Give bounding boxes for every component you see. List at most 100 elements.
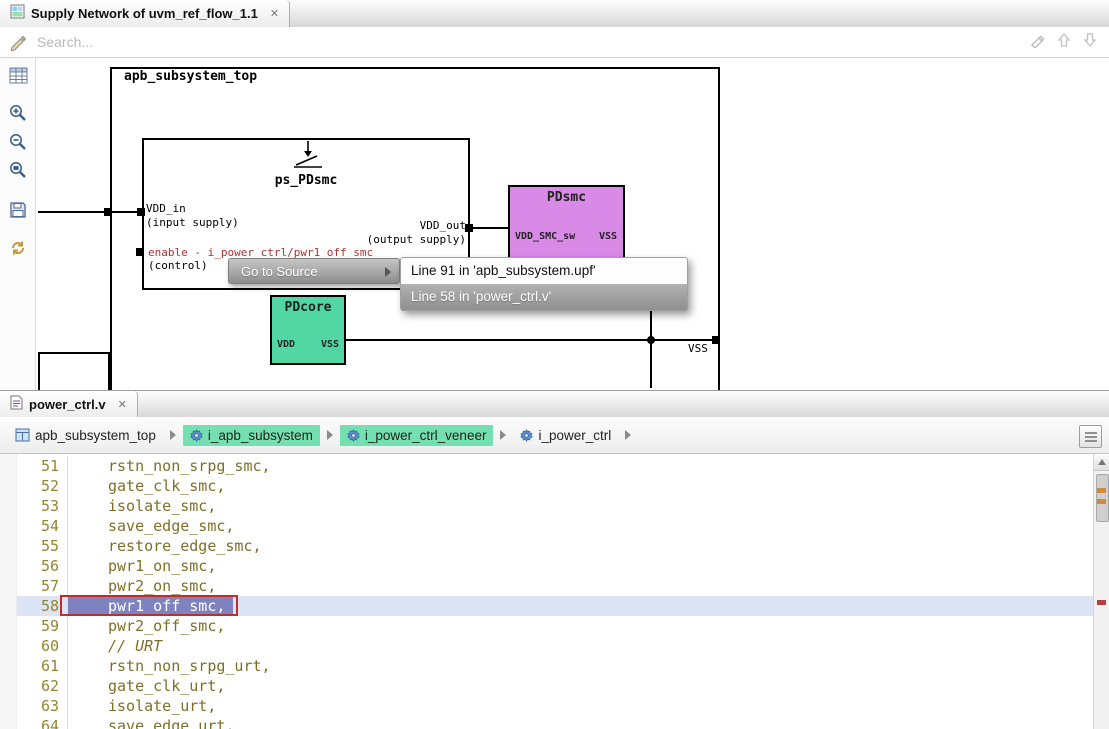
line-number: 51 — [17, 456, 67, 476]
scrollbar-thumb[interactable] — [1096, 474, 1109, 522]
line-number: 61 — [17, 656, 67, 676]
code-cell: gate_clk_smc, — [67, 476, 1109, 496]
annotation-mark — [1097, 600, 1106, 605]
verilog-file-icon — [10, 395, 23, 415]
domain-box-pdcore[interactable]: PDcore VDD VSS — [270, 295, 346, 365]
code-cell: // URT — [67, 636, 1109, 656]
code-line-61[interactable]: 61rstn_non_srpg_urt, — [17, 656, 1109, 676]
code-text: isolate_urt, — [68, 696, 216, 716]
context-menu-go-to-source[interactable]: Go to Source — [228, 258, 400, 284]
supply-network-tabbar: Supply Network of uvm_ref_flow_1.1 ✕ — [0, 0, 1109, 28]
marker-icon[interactable] — [1029, 32, 1045, 53]
breadcrumb-item-i_apb_subsystem[interactable]: i_apb_subsystem — [183, 425, 320, 446]
code-cell: save_edge_smc, — [67, 516, 1109, 536]
code-editor[interactable]: 51rstn_non_srpg_smc,52gate_clk_smc,53iso… — [0, 454, 1109, 729]
code-text: rstn_non_srpg_urt, — [68, 656, 271, 676]
code-cell: pwr1_on_smc, — [67, 556, 1109, 576]
zoom-out-icon[interactable] — [7, 131, 29, 153]
code-text: save_edge_urt, — [68, 716, 234, 729]
code-text: gate_clk_smc, — [68, 476, 225, 496]
breadcrumb-item-i_power_ctrl[interactable]: i_power_ctrl — [513, 425, 618, 446]
close-icon[interactable]: ✕ — [118, 398, 127, 411]
code-line-53[interactable]: 53isolate_smc, — [17, 496, 1109, 516]
sync-icon[interactable] — [7, 237, 29, 259]
breadcrumb-label: i_apb_subsystem — [208, 428, 313, 443]
code-text: pwr2_on_smc, — [68, 576, 216, 596]
code-line-58[interactable]: 58pwr1_off_smc, — [17, 596, 1109, 616]
save-icon[interactable] — [7, 199, 29, 221]
code-text: save_edge_smc, — [68, 516, 234, 536]
code-line-59[interactable]: 59pwr2_off_smc, — [17, 616, 1109, 636]
tab-power-ctrl-v[interactable]: power_ctrl.v ✕ — [0, 391, 138, 418]
line-number: 63 — [17, 696, 67, 716]
code-line-57[interactable]: 57pwr2_on_smc, — [17, 576, 1109, 596]
code-line-51[interactable]: 51rstn_non_srpg_smc, — [17, 456, 1109, 476]
line-number: 54 — [17, 516, 67, 536]
submenu-arrow-icon — [385, 267, 391, 277]
line-number: 53 — [17, 496, 67, 516]
port-desc-input-supply: (input supply) — [146, 216, 239, 229]
line-number: 64 — [17, 716, 67, 729]
annotation-mark — [1097, 499, 1106, 504]
code-cell: gate_clk_urt, — [67, 676, 1109, 696]
code-cell: restore_edge_smc, — [67, 536, 1109, 556]
clipped-module-box[interactable] — [38, 352, 110, 390]
instance-gear-icon — [520, 429, 533, 442]
editor-scrollbar[interactable] — [1093, 454, 1109, 729]
zoom-in-icon[interactable] — [7, 102, 29, 124]
port-label-vdd-out: VDD_out — [366, 219, 466, 232]
code-text: pwr1_off_smc, — [68, 596, 233, 616]
zoom-fit-icon[interactable] — [7, 159, 29, 181]
net-label-vss: VSS — [688, 342, 708, 355]
domain-box-pdsmc[interactable]: PDsmc VDD_SMC_sw VSS — [508, 185, 625, 260]
port-desc-output-supply: (output supply) — [334, 233, 466, 246]
grid-icon[interactable] — [7, 64, 29, 86]
code-cell: pwr1_off_smc, — [67, 596, 1109, 616]
breadcrumb-item-apb_subsystem_top[interactable]: apb_subsystem_top — [8, 425, 163, 446]
code-line-62[interactable]: 62gate_clk_urt, — [17, 676, 1109, 696]
arrow-down-icon[interactable] — [1083, 32, 1097, 53]
submenu-item[interactable]: Line 58 in 'power_ctrl.v' — [401, 284, 687, 310]
line-number: 60 — [17, 636, 67, 656]
code-lines: 51rstn_non_srpg_smc,52gate_clk_smc,53iso… — [0, 454, 1109, 729]
code-line-60[interactable]: 60// URT — [17, 636, 1109, 656]
code-line-56[interactable]: 56pwr1_on_smc, — [17, 556, 1109, 576]
code-cell: isolate_smc, — [67, 496, 1109, 516]
submenu-item[interactable]: Line 91 in 'apb_subsystem.upf' — [401, 258, 687, 284]
chevron-right-icon[interactable] — [327, 430, 333, 440]
code-line-55[interactable]: 55restore_edge_smc, — [17, 536, 1109, 556]
code-text: rstn_non_srpg_smc, — [68, 456, 271, 476]
supply-network-canvas[interactable]: apb_subsystem_top ps_PDsmc VDD_in (input… — [36, 58, 1109, 390]
arrow-up-icon[interactable] — [1057, 32, 1071, 53]
breadcrumb: apb_subsystem_top i_apb_subsystem i_power_… — [0, 417, 1109, 454]
editor-tabbar: power_ctrl.v ✕ — [0, 390, 1109, 419]
line-number: 59 — [17, 616, 67, 636]
scroll-up-icon[interactable] — [1094, 454, 1109, 471]
close-icon[interactable]: ✕ — [270, 7, 279, 20]
code-cell: pwr2_off_smc, — [67, 616, 1109, 636]
line-number: 57 — [17, 576, 67, 596]
chevron-right-icon[interactable] — [625, 430, 631, 440]
code-text: gate_clk_urt, — [68, 676, 225, 696]
chevron-right-icon[interactable] — [500, 430, 506, 440]
code-cell: rstn_non_srpg_smc, — [67, 456, 1109, 476]
code-line-54[interactable]: 54save_edge_smc, — [17, 516, 1109, 536]
go-to-source-submenu: Line 91 in 'apb_subsystem.upf'Line 58 in… — [400, 257, 688, 311]
breadcrumb-item-i_power_ctrl_veneer[interactable]: i_power_ctrl_veneer — [340, 425, 494, 446]
line-number: 62 — [17, 676, 67, 696]
line-number: 58 — [17, 596, 67, 616]
search-input[interactable] — [35, 33, 1029, 51]
code-line-64[interactable]: 64save_edge_urt, — [17, 716, 1109, 729]
edit-icon[interactable] — [9, 33, 27, 51]
chevron-right-icon[interactable] — [170, 430, 176, 440]
module-icon — [15, 428, 30, 442]
instance-gear-icon — [347, 429, 360, 442]
code-line-63[interactable]: 63isolate_urt, — [17, 696, 1109, 716]
code-text: isolate_smc, — [68, 496, 216, 516]
code-cell: save_edge_urt, — [67, 716, 1109, 729]
outline-icon[interactable] — [1079, 425, 1102, 448]
code-line-52[interactable]: 52gate_clk_smc, — [17, 476, 1109, 496]
tab-supply-network[interactable]: Supply Network of uvm_ref_flow_1.1 ✕ — [0, 0, 290, 27]
port-label-vdd: VDD — [277, 339, 295, 350]
line-number: 55 — [17, 536, 67, 556]
